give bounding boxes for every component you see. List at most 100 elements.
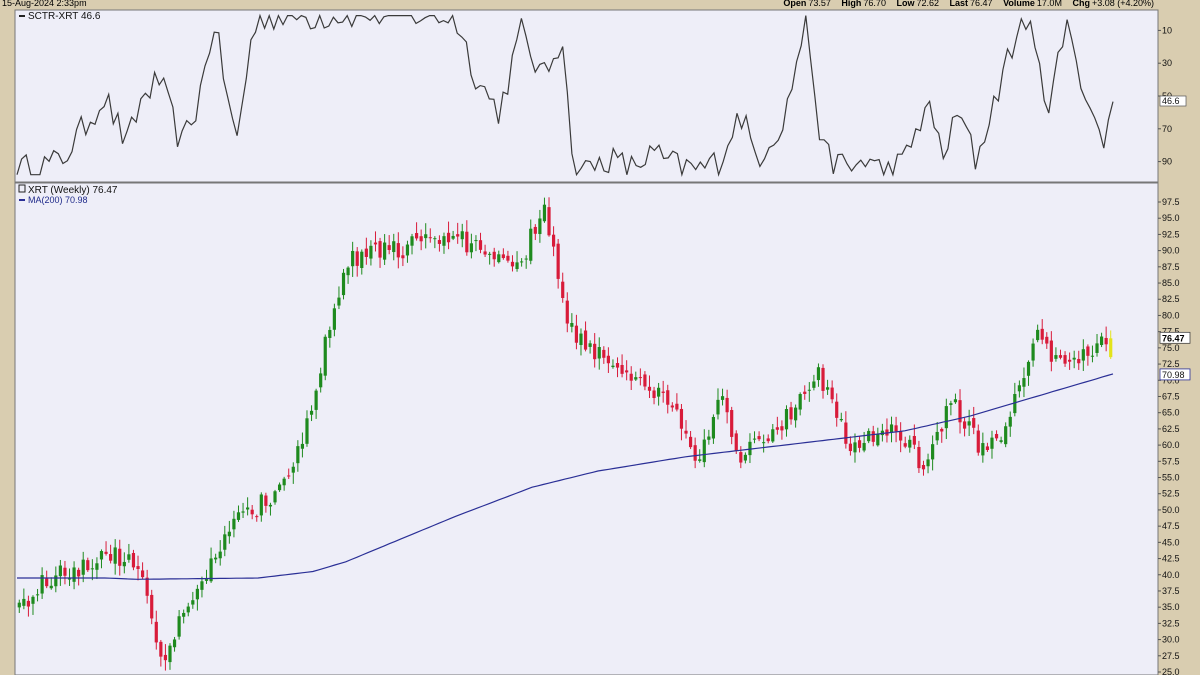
candle-body [410, 236, 414, 246]
sctr-legend-label: SCTR-XRT 46.6 [28, 11, 101, 22]
candle-body [739, 452, 743, 463]
candle-body [405, 244, 410, 256]
candle-body [401, 255, 405, 259]
candle-body [720, 396, 725, 400]
candle-body [191, 600, 195, 605]
candle-body [72, 567, 76, 582]
candle-body [31, 596, 35, 604]
candle-body [140, 570, 145, 578]
candle-body [337, 297, 341, 306]
candle-body [725, 397, 729, 413]
candle-body [501, 254, 505, 259]
candle-body [684, 430, 688, 434]
candle-body [45, 578, 49, 587]
candle-body [35, 594, 40, 596]
candle-body [478, 240, 483, 250]
candle-body [620, 364, 624, 374]
price-tick-label: 45.0 [1162, 537, 1180, 547]
candle-body [962, 421, 967, 429]
candle-body [154, 621, 158, 643]
candle-body [615, 363, 620, 368]
candle-body [54, 575, 58, 587]
price-tick-label: 90.0 [1162, 246, 1180, 256]
candle-body [771, 429, 775, 442]
candle-body [1008, 416, 1012, 427]
candle-body [488, 253, 492, 255]
candle-body [844, 422, 848, 444]
candle-body [711, 416, 716, 439]
price-tick-label: 35.0 [1162, 602, 1180, 612]
candle-body [150, 594, 154, 619]
sctr-legend-swatch [19, 15, 25, 17]
candle-body [364, 248, 368, 257]
candle-body [177, 616, 181, 637]
candle-body [186, 606, 190, 613]
candle-body [446, 232, 451, 243]
candle-body [223, 534, 227, 550]
candle-body [510, 261, 515, 267]
candle-body [309, 410, 314, 415]
candle-body [209, 558, 213, 582]
candle-body [159, 641, 163, 657]
candle-body [661, 391, 665, 393]
candle-body [396, 243, 400, 258]
candle-body [798, 394, 802, 410]
candle-body [597, 347, 601, 359]
candle-body [428, 237, 432, 239]
candle-body [1054, 355, 1058, 359]
candle-body [1086, 346, 1090, 356]
price-tick-label: 75.0 [1162, 343, 1180, 353]
candle-body [1031, 343, 1035, 361]
candle-body [830, 387, 834, 400]
candle-body [113, 547, 117, 564]
candle-body [625, 370, 629, 373]
candle-body [570, 322, 574, 327]
candle-body [949, 403, 953, 405]
candle-body [593, 343, 597, 360]
candle-body [63, 567, 67, 576]
candle-body [857, 440, 862, 448]
candle-body [323, 336, 327, 376]
sctr-tick-label: 70 [1162, 124, 1172, 134]
price-tick-label: 60.0 [1162, 440, 1180, 450]
candle-body [985, 446, 990, 450]
candle-body [373, 242, 378, 245]
candle-body [556, 243, 560, 279]
candle-body [894, 425, 898, 432]
candle-body [981, 443, 985, 456]
candle-body [49, 585, 53, 589]
candle-body [227, 531, 231, 537]
candle-body [867, 430, 871, 442]
candle-body [300, 443, 305, 449]
candle-body [433, 238, 437, 240]
price-tick-label: 52.5 [1162, 489, 1180, 499]
candle-body [679, 408, 684, 429]
candle-body [1036, 329, 1040, 341]
price-tick-label: 42.5 [1162, 554, 1180, 564]
candle-body [328, 329, 332, 338]
candle-body [109, 554, 113, 561]
candle-body [643, 374, 647, 387]
candle-body [424, 234, 428, 239]
candle-body [90, 568, 94, 570]
candle-body [611, 365, 615, 368]
candle-body [583, 330, 588, 350]
price-tick-label: 32.5 [1162, 618, 1180, 628]
candle-body [688, 436, 693, 448]
candle-body [332, 308, 336, 330]
candle-body [1045, 336, 1049, 344]
price-tick-label: 97.5 [1162, 197, 1180, 207]
candle-body [766, 438, 770, 442]
candle-body [236, 512, 241, 520]
candle-body [22, 598, 26, 606]
candle-body [492, 251, 496, 260]
candle-body [200, 581, 204, 590]
candle-body [730, 410, 734, 437]
price-tick-label: 30.0 [1162, 635, 1180, 645]
candle-body [634, 377, 638, 380]
candle-body [497, 254, 501, 263]
candle-body [204, 579, 209, 581]
sctr-value-tag: 46.6 [1162, 96, 1180, 106]
candle-body [835, 401, 839, 418]
candle-body [520, 261, 524, 263]
